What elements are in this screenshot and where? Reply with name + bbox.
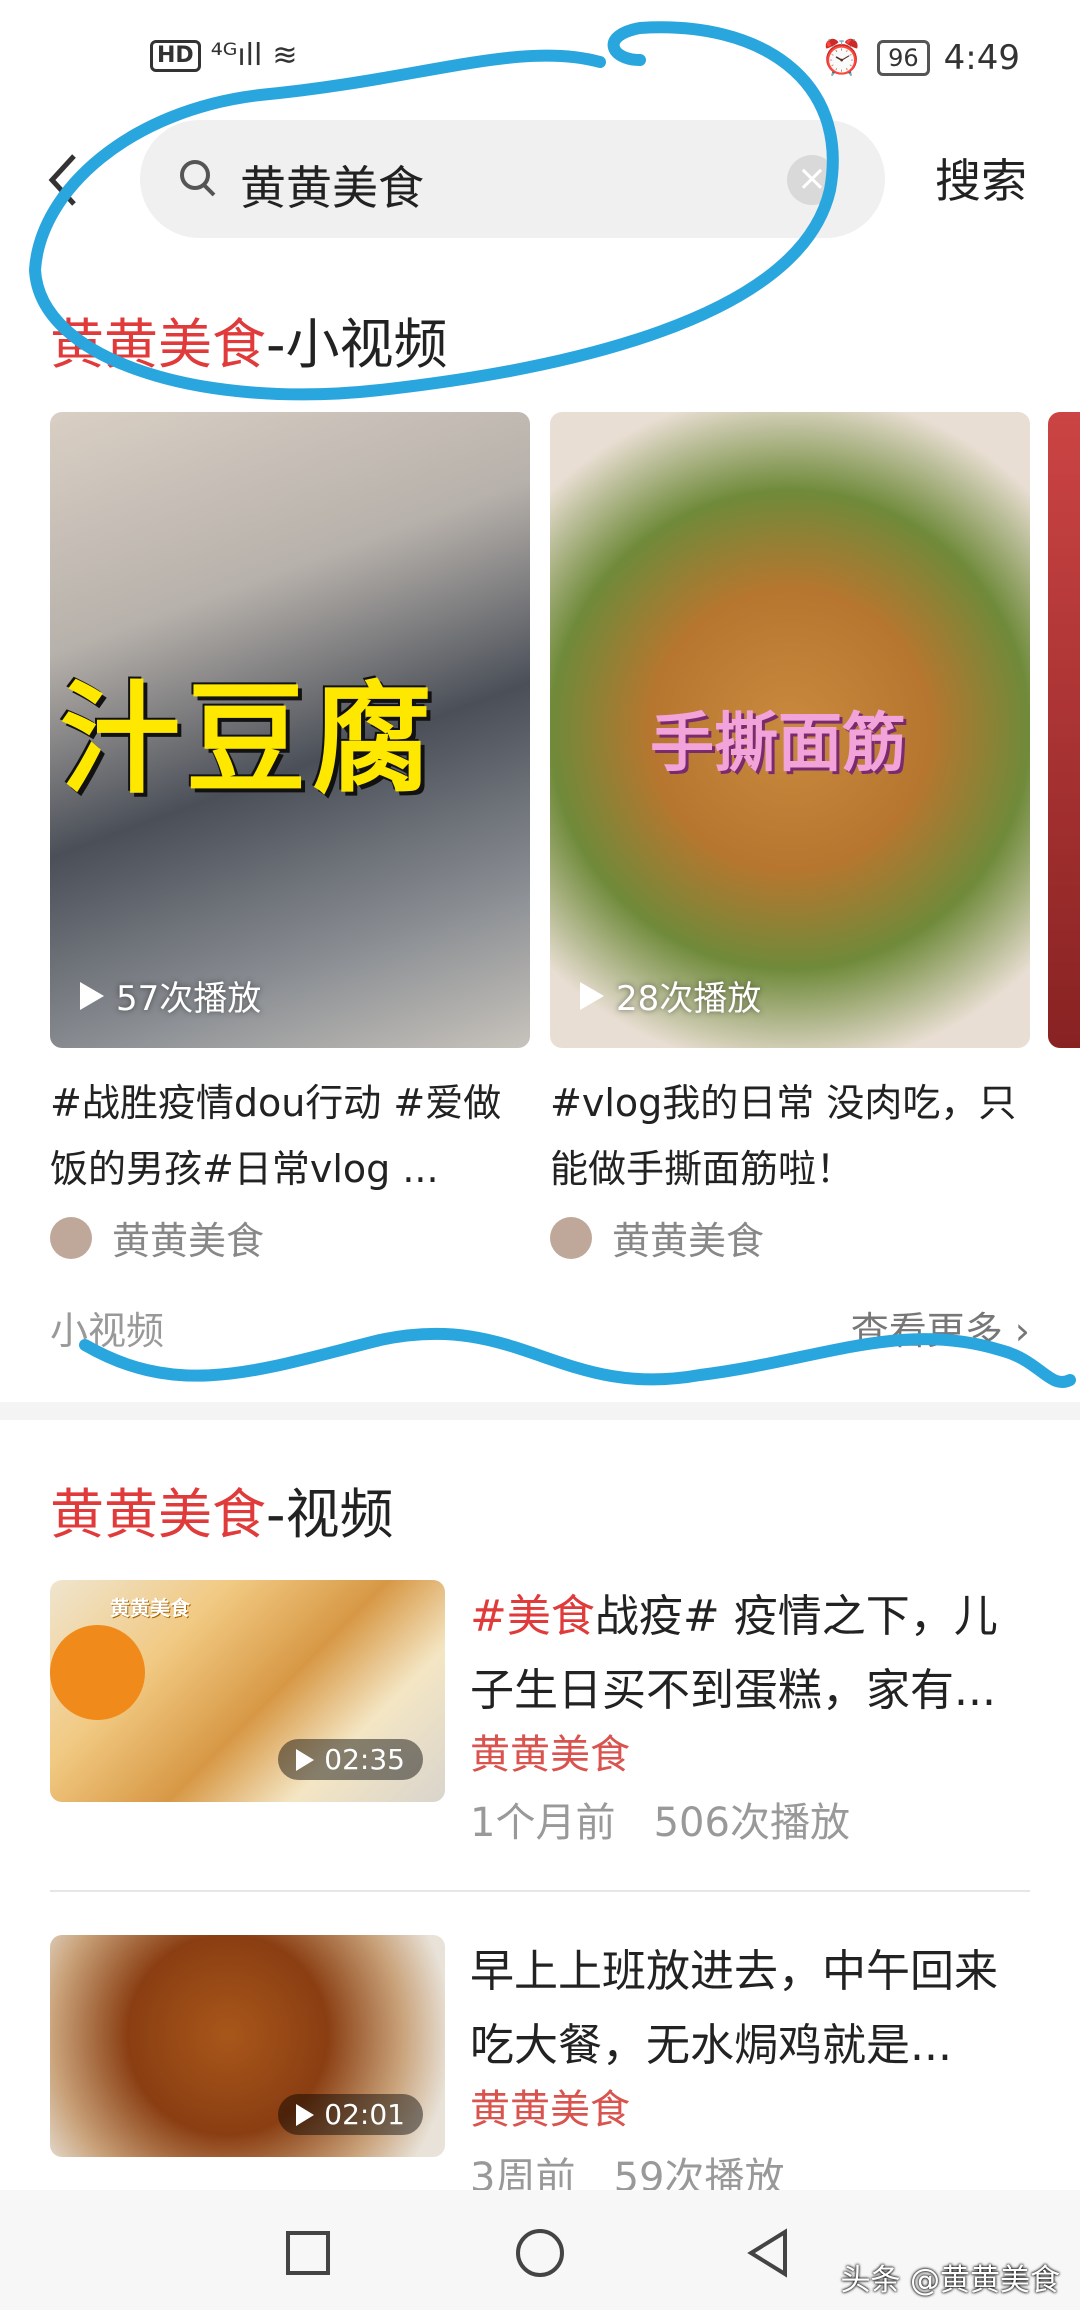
search-query: 黄黄美食 — [240, 161, 424, 215]
section-title-suffix: -视频 — [266, 1483, 394, 1546]
video-title[interactable]: 早上上班放进去，中午回来吃大餐，无水焗鸡就是... — [470, 1935, 1030, 2083]
author-row[interactable]: 黄黄美食 — [550, 1210, 1030, 1265]
thumbnail-overlay-text: 汁豆腐 — [60, 671, 438, 810]
back-nav-icon[interactable] — [745, 2228, 791, 2278]
video-description[interactable]: #vlog我的日常 没肉吃，只能做手撕面筋啦！ — [550, 1070, 1030, 1202]
orange-shape — [50, 1625, 145, 1720]
play-icon — [296, 2103, 315, 2126]
video-title[interactable]: #美食战疫# 疫情之下，儿子生日买不到蛋糕，家有... — [470, 1580, 1030, 1728]
status-bar: HD ⁴ᴳıll ≋ ⏰ 96 4:49 — [0, 0, 1080, 110]
play-count: 28次播放 — [580, 971, 761, 1020]
video-thumbnail[interactable]: 02:01 — [50, 1935, 445, 2157]
view-more-link[interactable]: 查看更多 › — [851, 1300, 1030, 1355]
video-title-text: 早上上班放进去，中午回来吃大餐，无水焗鸡就是... — [470, 1946, 998, 2071]
play-icon — [580, 981, 604, 1010]
section-title-keyword: 黄黄美食 — [50, 1483, 266, 1546]
clock: 4:49 — [943, 38, 1020, 78]
author-name: 黄黄美食 — [612, 1219, 765, 1263]
battery-indicator: 96 — [877, 40, 930, 76]
small-video-card[interactable]: 汁豆腐 57次播放 #战胜疫情dou行动 #爱做饭的男孩#日常vlog ... … — [50, 412, 530, 1265]
video-thumbnail[interactable]: 汁豆腐 57次播放 — [50, 412, 530, 1048]
small-videos-label: 小视频 — [50, 1309, 165, 1353]
section-divider — [0, 1402, 1080, 1420]
section-title-keyword: 黄黄美食 — [50, 313, 266, 376]
signal-icon: ⁴ᴳıll — [210, 38, 263, 73]
video-thumbnail-partial[interactable] — [1048, 412, 1080, 1048]
play-count: 57次播放 — [80, 971, 261, 1020]
video-plays: 506次播放 — [653, 1800, 850, 1846]
video-thumbnail[interactable]: 黄黄美食 02:35 — [50, 1580, 445, 1802]
play-count-text: 57次播放 — [116, 979, 262, 1019]
status-left: HD ⁴ᴳıll ≋ — [150, 38, 298, 73]
play-count-text: 28次播放 — [616, 979, 762, 1019]
duration-badge: 02:01 — [278, 2094, 423, 2135]
clear-icon[interactable]: × — [787, 155, 837, 205]
video-author[interactable]: 黄黄美食 — [470, 2077, 630, 2135]
author-name: 黄黄美食 — [112, 1219, 265, 1263]
video-list-item[interactable]: 黄黄美食 02:35 #美食战疫# 疫情之下，儿子生日买不到蛋糕，家有... 黄… — [50, 1580, 1030, 1846]
video-list-item[interactable]: 02:01 早上上班放进去，中午回来吃大餐，无水焗鸡就是... 黄黄美食 3周前… — [50, 1935, 1030, 2201]
avatar — [50, 1216, 92, 1259]
small-video-card[interactable]: 手撕面筋 28次播放 #vlog我的日常 没肉吃，只能做手撕面筋啦！ 黄黄美食 — [550, 412, 1030, 1265]
video-author[interactable]: 黄黄美食 — [470, 1722, 630, 1780]
play-icon — [80, 981, 104, 1010]
list-separator — [50, 1890, 1030, 1892]
video-title-tag: #美食 — [470, 1591, 595, 1642]
watermark: 头条 @黄黄美食 — [840, 2263, 1060, 2298]
small-videos-footer: 小视频 查看更多 › — [50, 1300, 1030, 1355]
status-right: ⏰ 96 4:49 — [821, 38, 1020, 78]
hd-icon: HD — [150, 39, 201, 72]
video-description[interactable]: #战胜疫情dou行动 #爱做饭的男孩#日常vlog ... — [50, 1070, 530, 1202]
avatar — [550, 1216, 592, 1259]
section-title-videos: 黄黄美食-视频 — [50, 1470, 394, 1549]
duration-text: 02:35 — [324, 1743, 405, 1776]
recent-apps-icon[interactable] — [285, 2230, 331, 2276]
duration-text: 02:01 — [324, 2098, 405, 2131]
alarm-icon: ⏰ — [820, 38, 864, 78]
thumbnail-label: 黄黄美食 — [110, 1596, 190, 1620]
play-icon — [296, 1748, 315, 1771]
search-button[interactable]: 搜索 — [935, 145, 1027, 211]
back-arrow-icon[interactable] — [44, 150, 84, 210]
wifi-icon: ≋ — [272, 38, 298, 73]
section-title-suffix: -小视频 — [266, 313, 448, 376]
thumbnail-overlay-text: 手撕面筋 — [650, 707, 906, 781]
author-row[interactable]: 黄黄美食 — [50, 1210, 530, 1265]
video-meta: 1个月前 506次播放 — [470, 1790, 850, 1848]
video-thumbnail[interactable]: 手撕面筋 28次播放 — [550, 412, 1030, 1048]
video-age: 1个月前 — [470, 1800, 616, 1846]
search-icon — [180, 160, 216, 197]
search-input[interactable]: 黄黄美食 × — [140, 120, 885, 238]
section-title-small-videos: 黄黄美食-小视频 — [50, 300, 448, 379]
duration-badge: 02:35 — [278, 1739, 423, 1780]
home-icon[interactable] — [515, 2228, 565, 2278]
